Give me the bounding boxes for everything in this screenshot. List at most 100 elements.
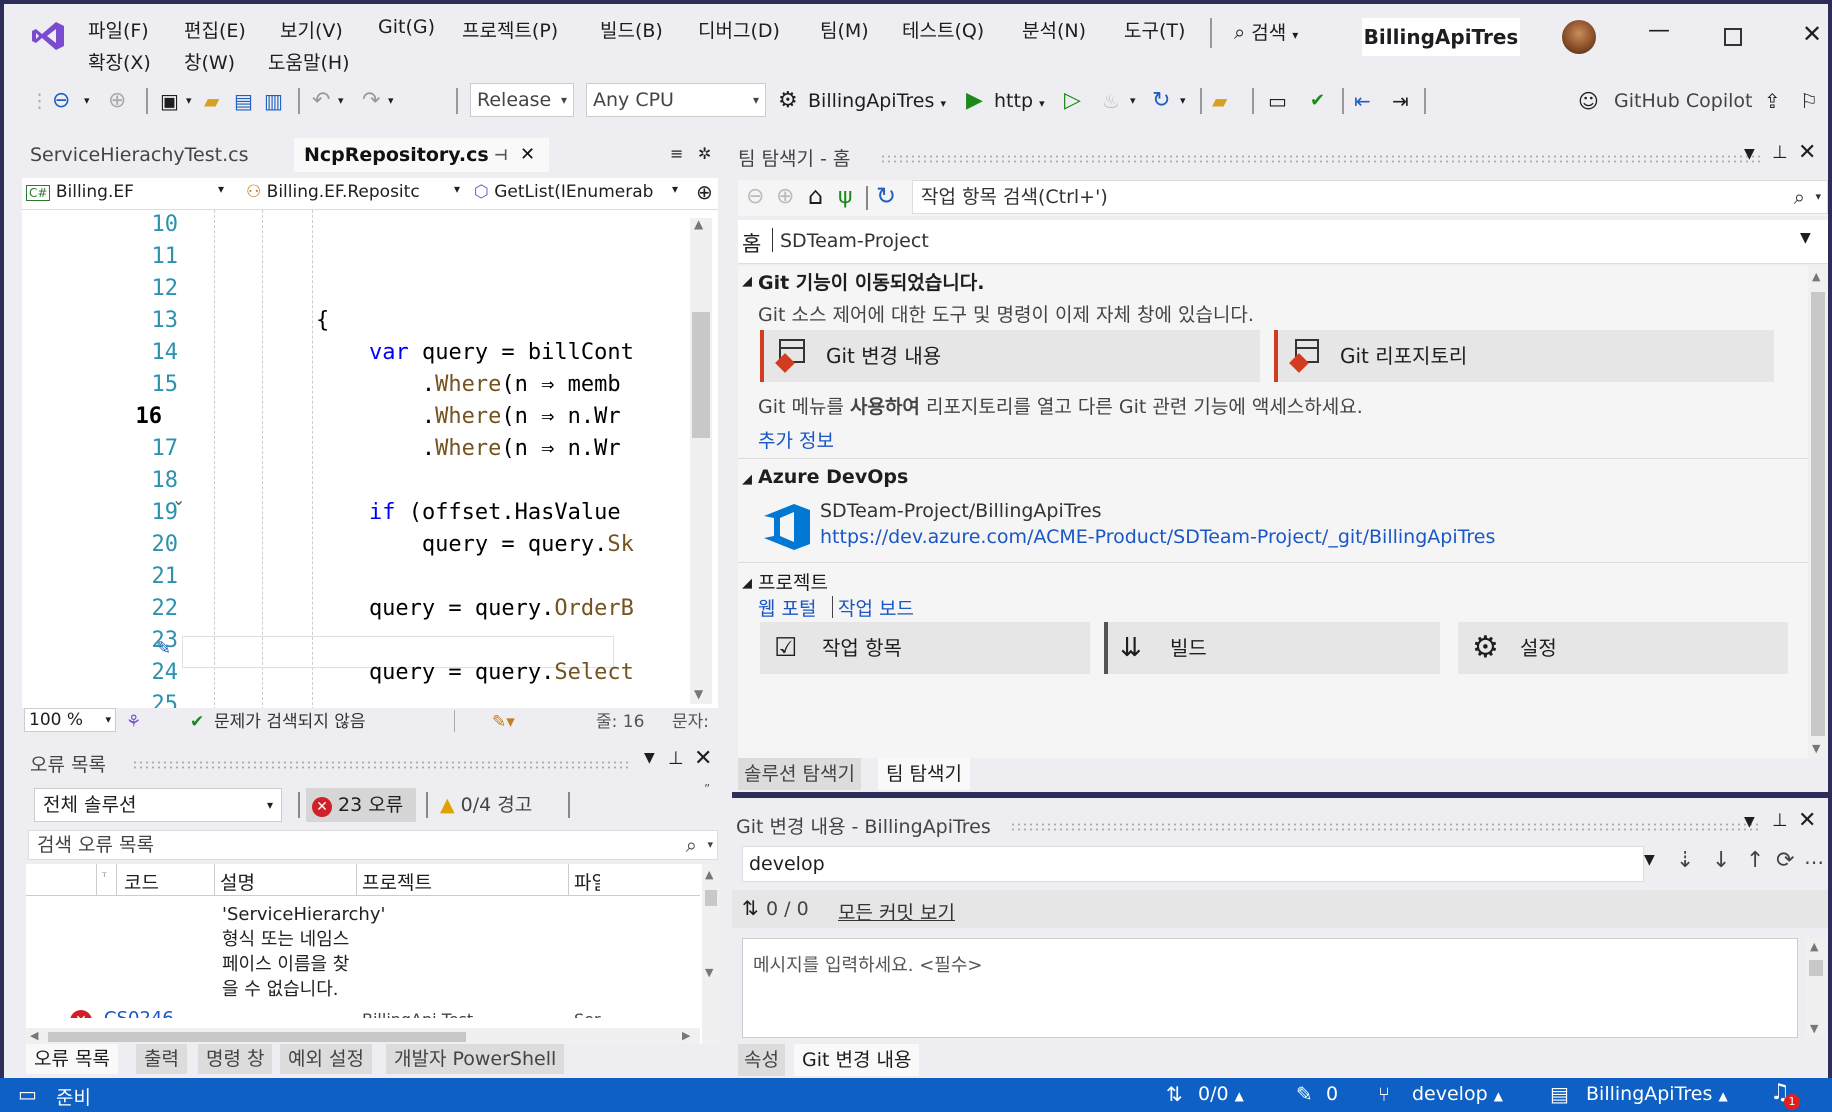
work-item-search-input[interactable]: 작업 항목 검색(Ctrl+') ⌕ ▾ bbox=[912, 180, 1828, 214]
push-icon[interactable]: ↑ bbox=[1746, 848, 1764, 873]
pin-icon[interactable]: ⊥ bbox=[668, 748, 684, 769]
tab-developer-powershell[interactable]: 개발자 PowerShell bbox=[386, 1044, 565, 1074]
line-indicator[interactable]: 줄: 16 bbox=[596, 708, 644, 736]
scroll-right-icon[interactable]: ▶ bbox=[682, 1029, 690, 1042]
status-pending-changes[interactable]: 0 bbox=[1326, 1083, 1338, 1105]
class-dropdown[interactable]: ⚇ Billing.EF.Repositc bbox=[246, 182, 420, 202]
save-all-icon[interactable]: ▥ bbox=[264, 84, 283, 118]
folder-icon[interactable]: ▰ bbox=[1212, 84, 1227, 118]
save-icon[interactable]: ▤ bbox=[234, 84, 253, 118]
maximize-icon[interactable] bbox=[1724, 28, 1742, 46]
menu-view[interactable]: 보기(V) bbox=[280, 16, 343, 43]
github-copilot-button[interactable]: GitHub Copilot bbox=[1614, 84, 1752, 118]
chevron-down-icon[interactable]: ▾ bbox=[1130, 84, 1136, 118]
project-section-title[interactable]: 프로젝트 bbox=[758, 568, 828, 595]
fetch-icon[interactable]: ⇣ bbox=[1676, 848, 1694, 873]
open-folder-icon[interactable]: ▰ bbox=[204, 84, 219, 118]
azure-repo-url-link[interactable]: https://dev.azure.com/ACME-Product/SDTea… bbox=[820, 526, 1495, 548]
git-changes-button[interactable]: Git 변경 내용 bbox=[760, 330, 1260, 382]
back-icon[interactable]: ⊖ bbox=[746, 184, 764, 209]
tab-output[interactable]: 출력 bbox=[136, 1044, 187, 1074]
column-project[interactable]: 프로젝트 bbox=[362, 868, 432, 895]
menu-extensions[interactable]: 확장(X) bbox=[88, 48, 151, 75]
navigate-forward-icon[interactable]: ⊕ bbox=[108, 84, 126, 118]
tab-error-list[interactable]: 오류 목록 bbox=[26, 1044, 118, 1074]
work-items-button[interactable]: ☑ 작업 항목 bbox=[760, 622, 1090, 674]
tab-properties[interactable]: 속성 bbox=[738, 1044, 785, 1076]
no-issues-text[interactable]: 문제가 검색되지 않음 bbox=[214, 708, 366, 736]
scrollbar-thumb[interactable] bbox=[48, 1032, 466, 1042]
status-sync-button[interactable]: 0/0 ▲ bbox=[1198, 1083, 1244, 1105]
chevron-down-icon[interactable]: ▾ bbox=[84, 84, 90, 118]
menu-debug[interactable]: 디버그(D) bbox=[698, 16, 780, 43]
navigate-back-icon[interactable]: ⊖ bbox=[52, 84, 70, 118]
git-changes-scrollbar[interactable]: ▲ ▼ bbox=[1806, 938, 1826, 1038]
table-row[interactable]: 'ServiceHierarchy' 형식 또는 네임스 페이스 이름을 찾 을… bbox=[26, 898, 700, 1018]
redo-icon[interactable]: ↷ bbox=[362, 84, 380, 118]
scroll-up-icon[interactable]: ▲ bbox=[705, 868, 713, 881]
refresh-icon[interactable]: ↻ bbox=[1152, 84, 1170, 118]
scrollbar-thumb[interactable] bbox=[1809, 960, 1823, 976]
tab-git-changes[interactable]: Git 변경 내용 bbox=[794, 1044, 920, 1076]
menu-git[interactable]: Git(G) bbox=[378, 16, 435, 38]
status-repo-button[interactable]: BillingApiTres ▲ bbox=[1586, 1083, 1728, 1105]
share-icon[interactable]: ⇪ bbox=[1764, 84, 1781, 118]
editor-vertical-scrollbar[interactable]: ▲ ▼ bbox=[690, 218, 712, 704]
column-code[interactable]: 코드 bbox=[124, 868, 159, 895]
scroll-up-icon[interactable]: ▲ bbox=[1812, 270, 1820, 283]
tab-solution-explorer[interactable]: 솔루션 탐색기 bbox=[738, 758, 861, 790]
account-avatar[interactable] bbox=[1562, 20, 1596, 54]
home-icon[interactable]: ⌂ bbox=[808, 182, 823, 210]
error-code-link[interactable]: CS0246 bbox=[104, 1008, 174, 1018]
pin-icon[interactable]: ⊥ bbox=[1772, 810, 1788, 831]
section-collapse-icon[interactable]: ◢ bbox=[742, 472, 752, 487]
scroll-up-icon[interactable]: ▲ bbox=[1810, 940, 1818, 953]
commit-message-input[interactable]: 메시지를 입력하세요. <필수> bbox=[742, 938, 1798, 1038]
tab-ncprepository[interactable]: NcpRepository.cs ⊣ ✕ bbox=[294, 138, 549, 172]
hot-reload-icon[interactable]: ♨ bbox=[1102, 84, 1120, 118]
forward-icon[interactable]: ⊕ bbox=[776, 184, 794, 209]
git-section-title[interactable]: Git 기능이 이동되었습니다. bbox=[758, 268, 984, 295]
error-search-input[interactable]: 검색 오류 목록 ⌕ ▾ bbox=[28, 830, 718, 860]
member-dropdown[interactable]: ⬡ GetList(IEnumerab bbox=[474, 182, 653, 202]
column-file[interactable]: 파일 bbox=[574, 868, 600, 895]
chevron-down-icon[interactable]: ▼ bbox=[644, 750, 655, 766]
minimize-icon[interactable]: — bbox=[1644, 20, 1674, 42]
azure-section-title[interactable]: Azure DevOps bbox=[758, 466, 908, 488]
new-project-icon[interactable]: ▣ bbox=[160, 84, 179, 118]
warnings-filter-button[interactable]: ▲ 0/4 경고 bbox=[440, 788, 532, 822]
scroll-down-icon[interactable]: ▼ bbox=[694, 688, 703, 700]
close-icon[interactable]: ✕ bbox=[1798, 808, 1816, 833]
run-target-dropdown[interactable]: http ▾ bbox=[994, 84, 1045, 118]
vertical-splitter[interactable] bbox=[724, 130, 732, 1078]
sync-icon[interactable]: ⟳ bbox=[1776, 848, 1794, 873]
chevron-down-icon[interactable]: ▼ bbox=[1744, 146, 1755, 162]
view-all-commits-link[interactable]: 모든 커밋 보기 bbox=[838, 898, 955, 925]
close-icon[interactable]: ✕ bbox=[1798, 22, 1826, 46]
menu-team[interactable]: 팀(M) bbox=[820, 16, 869, 43]
tab-list-icon[interactable]: ≡ bbox=[670, 146, 683, 162]
pin-icon[interactable]: ⊣ bbox=[494, 138, 508, 172]
configuration-dropdown[interactable]: Release ▾ bbox=[470, 83, 574, 117]
azure-project-path[interactable]: SDTeam-Project/BillingApiTres bbox=[820, 500, 1102, 522]
scroll-down-icon[interactable]: ▼ bbox=[1812, 742, 1820, 755]
column-description[interactable]: 설명 bbox=[220, 868, 255, 895]
menu-project[interactable]: 프로젝트(P) bbox=[462, 16, 558, 43]
scroll-up-icon[interactable]: ▲ bbox=[694, 218, 703, 230]
menu-test[interactable]: 테스트(Q) bbox=[902, 16, 984, 43]
run-icon[interactable]: ▶ bbox=[966, 84, 983, 118]
git-repository-button[interactable]: Git 리포지토리 bbox=[1274, 330, 1774, 382]
scrollbar-thumb[interactable] bbox=[692, 312, 710, 438]
spellcheck-icon[interactable]: ✔ bbox=[1310, 84, 1325, 118]
output-icon[interactable]: ▭ bbox=[18, 1082, 37, 1106]
toolbar-grip[interactable]: ⋮ bbox=[30, 84, 49, 118]
chevron-down-icon[interactable]: ▼ bbox=[1644, 852, 1655, 868]
menu-build[interactable]: 빌드(B) bbox=[600, 16, 663, 43]
chevron-down-icon[interactable]: ▾ bbox=[186, 84, 192, 118]
pin-icon[interactable]: ⊥ bbox=[1772, 142, 1788, 163]
brush-icon[interactable]: ✎▾ bbox=[492, 708, 515, 736]
table-vertical-scrollbar[interactable]: ▲ ▼ bbox=[702, 864, 720, 1046]
refresh-icon[interactable]: ↻ bbox=[876, 182, 896, 210]
page-home-label[interactable]: 홈 bbox=[742, 228, 761, 258]
menu-tools[interactable]: 도구(T) bbox=[1124, 16, 1185, 43]
